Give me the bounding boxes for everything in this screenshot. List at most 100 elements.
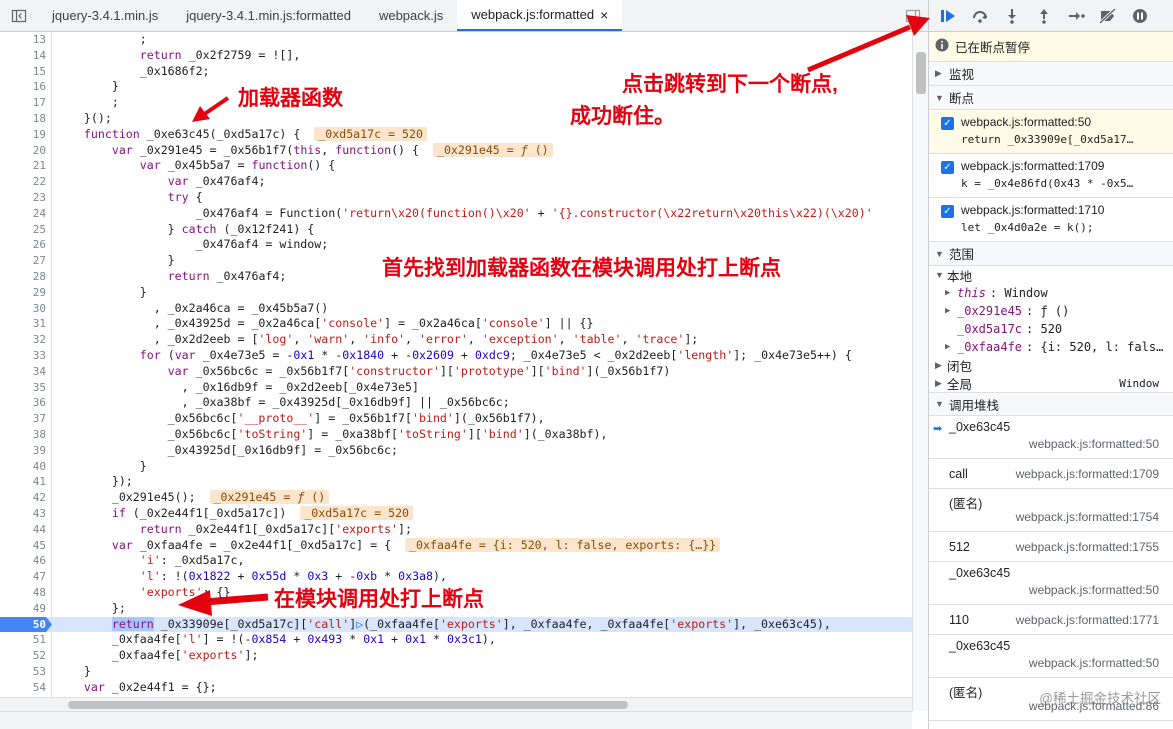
- line-number[interactable]: 44: [0, 522, 46, 538]
- code-line[interactable]: 23 try {: [0, 190, 912, 206]
- line-number[interactable]: 27: [0, 253, 46, 269]
- line-number[interactable]: 23: [0, 190, 46, 206]
- toggle-debugger-icon[interactable]: [898, 0, 928, 31]
- toggle-navigator-icon[interactable]: [0, 0, 38, 31]
- line-number[interactable]: 36: [0, 395, 46, 411]
- code-line[interactable]: 31 , _0x43925d = _0x2a46ca['console'] = …: [0, 316, 912, 332]
- close-icon[interactable]: ×: [600, 7, 608, 23]
- scope-local[interactable]: ▼ 本地: [929, 266, 1173, 284]
- breakpoint-item[interactable]: ✓ webpack.js:formatted:50 return _0x3390…: [929, 110, 1173, 154]
- line-number[interactable]: 18: [0, 111, 46, 127]
- code-line[interactable]: 22 var _0x476af4;: [0, 174, 912, 190]
- scope-var[interactable]: ▶ _0xfaa4fe: {i: 520, l: fals…: [929, 338, 1173, 356]
- line-number[interactable]: 25: [0, 222, 46, 238]
- code-line[interactable]: 46 'i': _0xd5a17c,: [0, 553, 912, 569]
- line-number[interactable]: 54: [0, 680, 46, 696]
- line-number[interactable]: 33: [0, 348, 46, 364]
- line-number[interactable]: 51: [0, 632, 46, 648]
- scope-var[interactable]: ▶ _0x291e45: ƒ (): [929, 302, 1173, 320]
- step-over-icon[interactable]: [967, 4, 993, 28]
- code-line[interactable]: 35 , _0x16db9f = _0x2d2eeb[_0x4e73e5]: [0, 380, 912, 396]
- code-line[interactable]: 20 var _0x291e45 = _0x56b1f7(this, funct…: [0, 142, 912, 159]
- checkbox-icon[interactable]: ✓: [941, 205, 954, 218]
- callstack-frame[interactable]: _0xe63c45 webpack.js:formatted:50: [929, 562, 1173, 605]
- section-watch[interactable]: ▶ 监视: [929, 62, 1173, 86]
- line-number[interactable]: 43: [0, 506, 46, 522]
- code-line[interactable]: 19 function _0xe63c45(_0xd5a17c) { _0xd5…: [0, 126, 912, 143]
- line-number[interactable]: 42: [0, 490, 46, 506]
- code-line[interactable]: 50 return _0x33909e[_0xd5a17c]['call']▷(…: [0, 616, 912, 633]
- deactivate-breakpoints-icon[interactable]: [1095, 4, 1121, 28]
- scrollbar-thumb[interactable]: [916, 52, 926, 94]
- section-breakpoints[interactable]: ▼ 断点: [929, 86, 1173, 110]
- line-number[interactable]: 20: [0, 143, 46, 159]
- scope-var[interactable]: _0xd5a17c: 520: [929, 320, 1173, 338]
- line-number[interactable]: 13: [0, 32, 46, 48]
- code-line[interactable]: 43 if (_0x2e44f1[_0xd5a17c]) _0xd5a17c =…: [0, 506, 912, 522]
- resume-icon[interactable]: [935, 4, 961, 28]
- code-line[interactable]: 26 _0x476af4 = window;: [0, 237, 912, 253]
- scope-var[interactable]: ▶ this: Window: [929, 284, 1173, 302]
- code-line[interactable]: 21 var _0x45b5a7 = function() {: [0, 158, 912, 174]
- line-number[interactable]: 28: [0, 269, 46, 285]
- code-line[interactable]: 45 var _0xfaa4fe = _0x2e44f1[_0xd5a17c] …: [0, 537, 912, 554]
- line-number[interactable]: 40: [0, 459, 46, 475]
- callstack-frame[interactable]: (匿名): [929, 721, 1173, 729]
- line-number[interactable]: 19: [0, 127, 46, 143]
- code-line[interactable]: 34 var _0x56bc6c = _0x56b1f7['constructo…: [0, 364, 912, 380]
- step-out-icon[interactable]: [1031, 4, 1057, 28]
- step-icon[interactable]: [1063, 4, 1089, 28]
- code-line[interactable]: 42 _0x291e45(); _0x291e45 = ƒ (): [0, 490, 912, 506]
- line-number[interactable]: 41: [0, 474, 46, 490]
- code-line[interactable]: 38 _0x56bc6c['toString'] = _0xa38bf['toS…: [0, 427, 912, 443]
- line-number[interactable]: 38: [0, 427, 46, 443]
- step-into-icon[interactable]: [999, 4, 1025, 28]
- code-line[interactable]: 40 }: [0, 459, 912, 475]
- tab-webpack-formatted[interactable]: webpack.js:formatted ×: [457, 0, 623, 31]
- code-line[interactable]: 13 ;: [0, 32, 912, 48]
- code-line[interactable]: 37 _0x56bc6c['__proto__'] = _0x56b1f7['b…: [0, 411, 912, 427]
- line-number[interactable]: 37: [0, 411, 46, 427]
- tab-jquery-min[interactable]: jquery-3.4.1.min.js: [38, 0, 172, 31]
- line-number[interactable]: 17: [0, 95, 46, 111]
- line-number[interactable]: 35: [0, 380, 46, 396]
- code-line[interactable]: 52 _0xfaa4fe['exports'];: [0, 648, 912, 664]
- code-line[interactable]: 51 _0xfaa4fe['l'] = !(-0x854 + 0x493 * 0…: [0, 632, 912, 648]
- scope-closure[interactable]: ▶ 闭包: [929, 356, 1173, 374]
- callstack-frame[interactable]: ➡ _0xe63c45 webpack.js:formatted:50: [929, 416, 1173, 459]
- pause-on-exceptions-icon[interactable]: [1127, 4, 1153, 28]
- callstack-frame[interactable]: _0xe63c45 webpack.js:formatted:50: [929, 635, 1173, 678]
- callstack-frame[interactable]: 110 webpack.js:formatted:1771: [929, 605, 1173, 635]
- code-line[interactable]: 25 } catch (_0x12f241) {: [0, 222, 912, 238]
- code-line[interactable]: 36 , _0xa38bf = _0x43925d[_0x16db9f] || …: [0, 395, 912, 411]
- code-line[interactable]: 54 var _0x2e44f1 = {};: [0, 680, 912, 696]
- vertical-scrollbar[interactable]: [912, 32, 928, 711]
- code-line[interactable]: 18 }();: [0, 111, 912, 127]
- line-number[interactable]: 46: [0, 553, 46, 569]
- line-number[interactable]: 39: [0, 443, 46, 459]
- callstack-frame[interactable]: (匿名) webpack.js:formatted:1754: [929, 489, 1173, 532]
- code-line[interactable]: 41 });: [0, 474, 912, 490]
- breakpoint-item[interactable]: ✓ webpack.js:formatted:1710 let _0x4d0a2…: [929, 198, 1173, 242]
- line-number[interactable]: 26: [0, 237, 46, 253]
- scrollbar-thumb[interactable]: [68, 701, 628, 709]
- line-number[interactable]: 22: [0, 174, 46, 190]
- checkbox-icon[interactable]: ✓: [941, 161, 954, 174]
- line-number[interactable]: 47: [0, 569, 46, 585]
- checkbox-icon[interactable]: ✓: [941, 117, 954, 130]
- line-number[interactable]: 15: [0, 64, 46, 80]
- line-number[interactable]: 50: [0, 616, 52, 633]
- line-number[interactable]: 32: [0, 332, 46, 348]
- code-line[interactable]: 33 for (var _0x4e73e5 = -0x1 * -0x1840 +…: [0, 348, 912, 364]
- code-line[interactable]: 24 _0x476af4 = Function('return\x20(func…: [0, 206, 912, 222]
- callstack-frame[interactable]: call webpack.js:formatted:1709: [929, 459, 1173, 489]
- section-callstack[interactable]: ▼ 调用堆栈: [929, 392, 1173, 416]
- code-line[interactable]: 29 }: [0, 285, 912, 301]
- code-line[interactable]: 30 , _0x2a46ca = _0x45b5a7(): [0, 301, 912, 317]
- tab-jquery-formatted[interactable]: jquery-3.4.1.min.js:formatted: [172, 0, 365, 31]
- line-number[interactable]: 29: [0, 285, 46, 301]
- line-number[interactable]: 49: [0, 601, 46, 617]
- code-line[interactable]: 39 _0x43925d[_0x16db9f] = _0x56bc6c;: [0, 443, 912, 459]
- line-number[interactable]: 45: [0, 538, 46, 554]
- breakpoint-item[interactable]: ✓ webpack.js:formatted:1709 k = _0x4e86f…: [929, 154, 1173, 198]
